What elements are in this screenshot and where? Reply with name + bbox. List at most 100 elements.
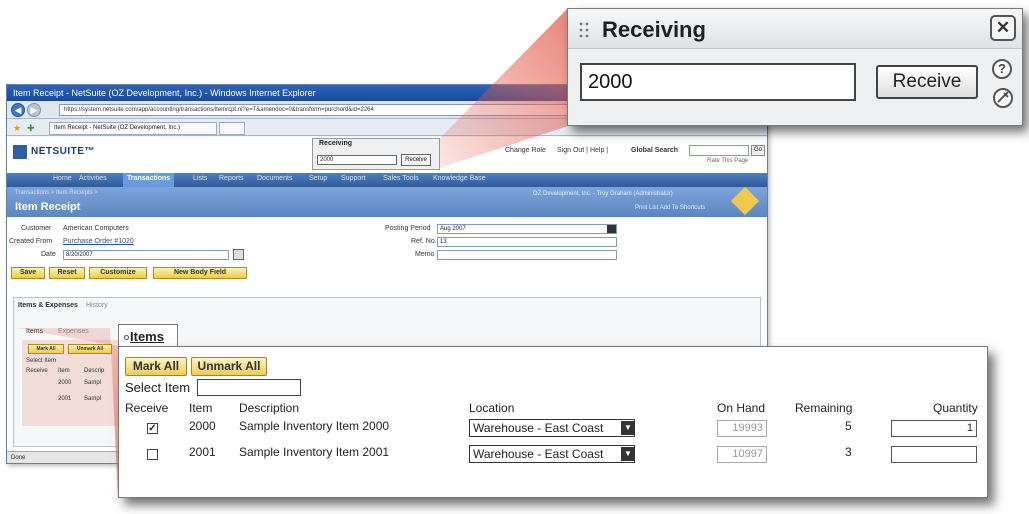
nav-activities[interactable]: Activities <box>79 175 107 182</box>
on-hand-field: 10997 <box>717 446 767 463</box>
favorites-star-icon[interactable]: ★ <box>13 123 21 134</box>
select-item-label: Select Item <box>125 380 191 395</box>
rate-page-link[interactable]: Rate This Page <box>707 158 748 164</box>
ref-no-field[interactable]: 13 <box>437 237 617 247</box>
receiving-item-input[interactable]: 2000 <box>580 63 856 101</box>
tab-bullet-icon <box>124 335 129 341</box>
location-select[interactable]: Warehouse - East Coast <box>469 419 635 437</box>
nav-knowledge-base[interactable]: Knowledge Base <box>433 175 486 182</box>
location-value: Warehouse - East Coast <box>473 421 604 435</box>
column-on-hand: On Hand <box>717 401 766 415</box>
mini-row-desc: Sampl <box>84 380 102 386</box>
column-item: Item <box>189 401 213 415</box>
on-hand-field: 19993 <box>717 420 767 437</box>
date-label: Date <box>41 251 56 258</box>
close-icon[interactable]: ✕ <box>990 15 1016 41</box>
mini-items-list: Mark All Unmark All Select Item Receive … <box>22 340 122 426</box>
dropdown-arrow-icon[interactable]: ▼ <box>621 421 635 435</box>
tools-icon <box>730 186 760 216</box>
location-value: Warehouse - East Coast <box>473 447 604 461</box>
tab-history[interactable]: History <box>86 302 108 309</box>
row-remaining: 3 <box>845 445 852 459</box>
mini-row-item: 2000 <box>58 380 72 386</box>
nav-reports[interactable]: Reports <box>219 175 244 182</box>
go-button[interactable]: Go <box>751 145 765 156</box>
customize-button[interactable]: Customize <box>89 267 147 279</box>
row-description: Sample Inventory Item 2000 <box>239 419 390 433</box>
nav-documents[interactable]: Documents <box>257 175 292 182</box>
change-role-link[interactable]: Change Role <box>505 147 546 154</box>
nav-lists[interactable]: Lists <box>193 175 207 182</box>
posting-period-dropdown-icon[interactable] <box>607 225 616 233</box>
nav-home[interactable]: Home <box>53 175 72 182</box>
shortcut-links[interactable]: Print List Add To Shortcuts <box>635 205 705 211</box>
global-search-input[interactable] <box>689 145 749 156</box>
nav-setup[interactable]: Setup <box>309 175 327 182</box>
mini-receiving-portlet: Receiving 2000 Receive <box>312 138 440 170</box>
mini-unmark-all-button[interactable]: Unmark All <box>68 344 112 354</box>
mini-receive-col: Receive <box>26 368 48 374</box>
mini-description-col: Descrip <box>84 368 105 374</box>
browser-tab[interactable]: Item Receipt - NetSuite (OZ Development,… <box>49 122 217 135</box>
page-title: Item Receipt <box>15 201 81 213</box>
tab-expenses[interactable]: Expenses <box>58 328 89 335</box>
settings-icon[interactable] <box>992 87 1014 109</box>
created-from-link[interactable]: Purchase Order #1020 <box>63 238 134 245</box>
receive-checkbox[interactable] <box>147 449 158 460</box>
memo-field[interactable] <box>437 250 617 260</box>
customer-value: American Computers <box>63 225 129 232</box>
mini-item-col: Item <box>58 368 70 374</box>
row-item: 2000 <box>189 419 216 433</box>
mini-receiving-input[interactable]: 2000 <box>317 155 397 165</box>
help-icon[interactable]: ? <box>992 59 1012 79</box>
tab-items-small[interactable]: Items <box>26 328 43 335</box>
company-name: OZ Development, Inc. - Troy Graham (Admi… <box>533 191 673 197</box>
breadcrumb[interactable]: Transactions > Item Receipts > <box>15 190 98 196</box>
new-tab-button[interactable] <box>219 122 245 135</box>
mini-receive-button[interactable]: Receive <box>401 154 431 166</box>
nav-sales-tools[interactable]: Sales Tools <box>383 175 419 182</box>
nav-support[interactable]: Support <box>341 175 366 182</box>
column-location: Location <box>469 401 515 415</box>
column-receive: Receive <box>125 401 169 415</box>
receiving-header: Receiving ✕ <box>568 9 1022 49</box>
save-button[interactable]: Save <box>11 267 45 279</box>
mini-receiving-title: Receiving <box>319 140 353 147</box>
mark-all-button[interactable]: Mark All <box>125 357 187 376</box>
receive-button[interactable]: Receive <box>876 65 978 99</box>
forward-icon[interactable]: ▶ <box>27 103 41 117</box>
row-remaining: 5 <box>845 419 852 433</box>
main-nav: Home Activities Transactions Lists Repor… <box>7 173 767 187</box>
column-quantity: Quantity <box>933 401 978 415</box>
receive-checkbox[interactable]: ✓ <box>147 423 158 434</box>
drag-handle-icon[interactable] <box>578 21 590 39</box>
mini-row-item: 2001 <box>58 396 72 402</box>
quantity-field[interactable] <box>891 446 977 463</box>
ref-no-label: Ref. No. <box>411 238 437 245</box>
dropdown-arrow-icon[interactable]: ▼ <box>621 447 635 461</box>
new-body-field-button[interactable]: New Body Field <box>153 267 247 279</box>
date-field[interactable]: 8/20/2007 <box>63 250 229 260</box>
unmark-all-button[interactable]: Unmark All <box>191 357 267 376</box>
mini-mark-all-button[interactable]: Mark All <box>28 344 64 354</box>
row-description: Sample Inventory Item 2001 <box>239 445 390 459</box>
mini-row-desc: Sampl <box>84 396 102 402</box>
location-select[interactable]: Warehouse - East Coast <box>469 445 635 463</box>
column-description: Description <box>239 401 300 415</box>
items-subtab[interactable]: Items <box>118 324 178 348</box>
select-item-input[interactable] <box>197 379 301 396</box>
receiving-dialog: Receiving ✕ 2000 Receive ? <box>567 8 1023 126</box>
page-header: Transactions > Item Receipts > Item Rece… <box>7 186 767 217</box>
reset-button[interactable]: Reset <box>49 267 85 279</box>
nav-transactions[interactable]: Transactions <box>123 173 175 187</box>
add-favorites-icon[interactable]: ✚ <box>27 123 35 134</box>
created-from-label: Created From <box>9 238 53 245</box>
quantity-field[interactable]: 1 <box>891 420 977 437</box>
tab-items-expenses[interactable]: Items & Expenses <box>18 302 78 309</box>
top-links[interactable]: Sign Out | Help | <box>557 147 608 154</box>
netsuite-logo-text: NETSUITE™ <box>31 146 95 157</box>
memo-label: Memo <box>415 251 435 258</box>
posting-period-select[interactable]: Aug 2007 <box>437 224 617 234</box>
calendar-icon[interactable] <box>233 249 244 260</box>
back-icon[interactable]: ◀ <box>11 103 25 117</box>
